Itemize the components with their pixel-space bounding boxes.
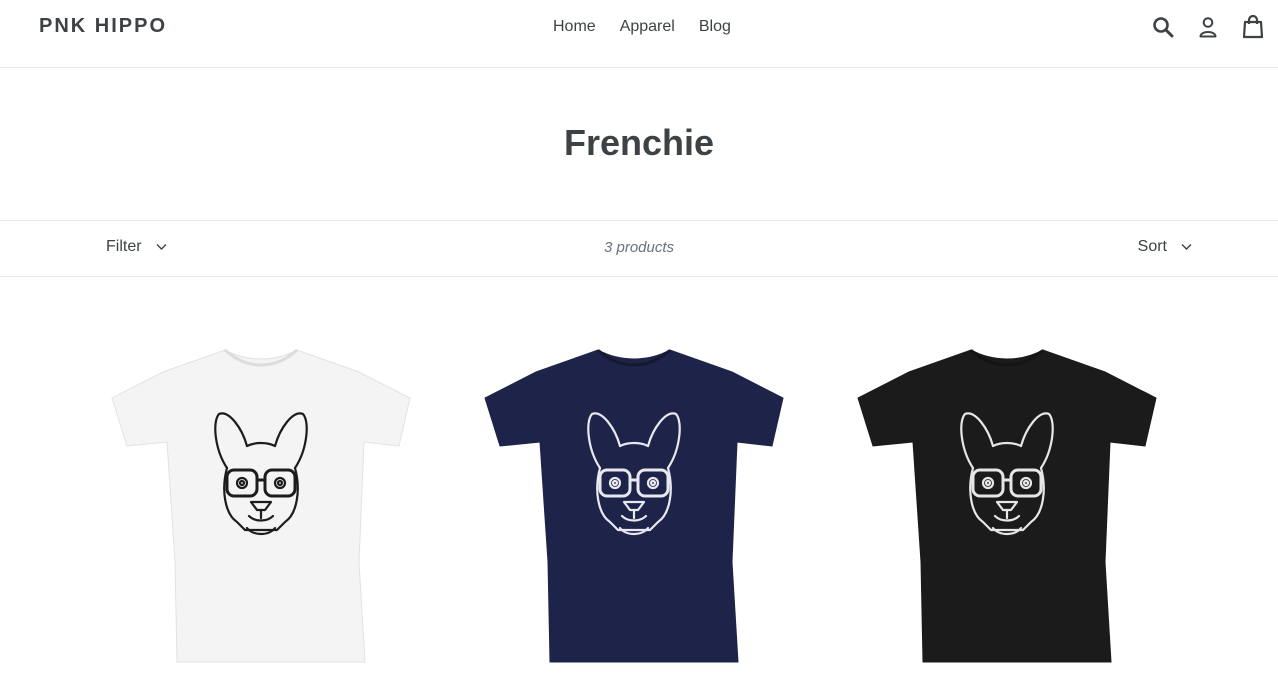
user-icon[interactable] — [1193, 12, 1223, 42]
product-image — [857, 348, 1157, 663]
nav-link-blog[interactable]: Blog — [687, 17, 743, 37]
store-logo[interactable]: PNK HIPPO — [39, 15, 167, 38]
search-icon[interactable] — [1148, 12, 1178, 42]
cart-icon[interactable] — [1238, 12, 1268, 42]
product-image — [484, 348, 784, 663]
product-count: 3 products — [603, 239, 675, 256]
sort-label: Sort — [1137, 238, 1167, 255]
sort-dropdown[interactable]: Sort — [1138, 238, 1192, 256]
filter-label: Filter — [106, 238, 142, 255]
collection-title: Frenchie — [563, 122, 715, 163]
product-card[interactable] — [843, 330, 1171, 670]
product-card[interactable] — [97, 330, 425, 670]
main-nav: Home Apparel Blog — [541, 17, 743, 37]
product-card[interactable] — [470, 330, 798, 670]
chevron-down-icon — [156, 238, 167, 256]
filter-dropdown[interactable]: Filter — [106, 238, 167, 256]
chevron-down-icon — [1181, 238, 1192, 256]
site-header: PNK HIPPO Home Apparel Blog — [0, 0, 1278, 68]
product-image — [111, 348, 411, 663]
nav-link-home[interactable]: Home — [541, 17, 608, 37]
header-icons — [1148, 12, 1268, 42]
product-grid — [97, 330, 1171, 670]
nav-link-apparel[interactable]: Apparel — [608, 17, 687, 37]
collection-toolbar: Filter 3 products Sort — [0, 220, 1278, 277]
